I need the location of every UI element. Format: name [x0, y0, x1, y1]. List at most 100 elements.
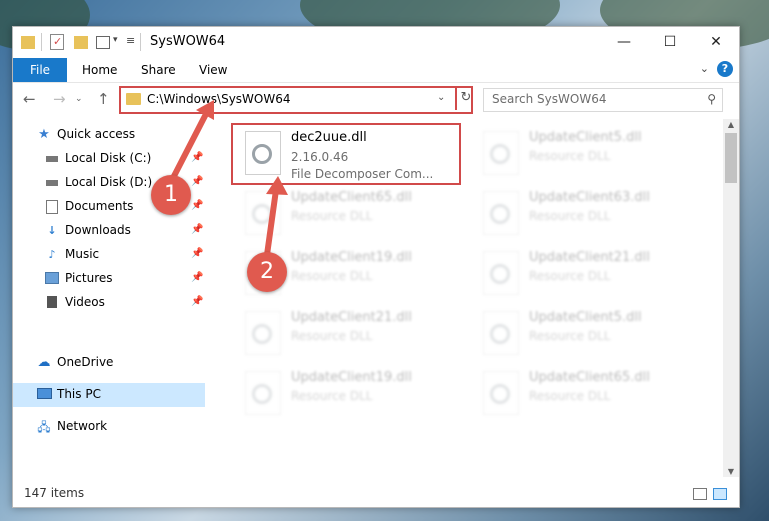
file-type: Resource DLL: [529, 149, 611, 163]
dll-file-icon: [483, 131, 519, 175]
sidebar-item-label: Music: [65, 247, 100, 261]
pin-icon[interactable]: 📌: [191, 152, 203, 163]
properties-icon[interactable]: ✓: [50, 34, 64, 50]
pin-icon[interactable]: 📌: [191, 272, 203, 283]
file-tile[interactable]: UpdateClient5.dll Resource DLL: [467, 125, 687, 181]
sidebar-item-label: Local Disk (D:): [65, 175, 153, 189]
sidebar-item-label: Videos: [65, 295, 105, 309]
dll-file-icon: [245, 371, 281, 415]
file-tile[interactable]: UpdateClient21.dll Resource DLL: [229, 305, 449, 361]
title-bar: ✓ ▾ ≡ SysWOW64 — ☐ ✕: [13, 27, 739, 57]
maximize-button[interactable]: ☐: [647, 27, 693, 57]
up-arrow-icon[interactable]: ↑: [97, 90, 110, 108]
ribbon-tabs: File Home Share View ⌄ ?: [13, 57, 739, 83]
details-view-icon[interactable]: [693, 488, 707, 500]
file-name: UpdateClient5.dll: [529, 310, 642, 325]
file-tile[interactable]: UpdateClient19.dll Resource DLL: [229, 365, 449, 421]
close-button[interactable]: ✕: [693, 27, 739, 57]
search-icon: ⚲: [707, 92, 716, 106]
sidebar-item-label: OneDrive: [57, 355, 114, 369]
file-name: UpdateClient21.dll: [529, 250, 650, 265]
pin-icon[interactable]: 📌: [191, 224, 203, 235]
expand-ribbon-icon[interactable]: ⌄: [700, 62, 709, 75]
sidebar-item-this-pc[interactable]: This PC: [13, 383, 205, 407]
item-count: 147 items: [24, 486, 85, 500]
chevron-down-icon[interactable]: ⌄: [437, 92, 445, 103]
file-tile[interactable]: UpdateClient5.dll Resource DLL: [467, 305, 687, 361]
scroll-up-icon[interactable]: ▲: [723, 120, 739, 129]
new-folder-icon[interactable]: [74, 36, 88, 49]
help-icon[interactable]: ?: [717, 61, 733, 77]
large-icons-view-icon[interactable]: [713, 488, 727, 500]
drive-icon: [45, 152, 59, 166]
sidebar-item-music[interactable]: ♪ Music 📌: [13, 243, 205, 267]
pin-icon[interactable]: 📌: [191, 200, 203, 211]
dll-file-icon: [245, 311, 281, 355]
sidebar-item-label: Network: [57, 419, 108, 433]
chevron-down-icon[interactable]: ▾: [113, 35, 118, 45]
file-tile[interactable]: UpdateClient63.dll Resource DLL: [467, 185, 687, 241]
sidebar-item-label: Documents: [65, 199, 134, 213]
music-note-icon: ♪: [48, 248, 56, 261]
dll-file-icon: [483, 311, 519, 355]
dll-file-icon: [483, 191, 519, 235]
file-type: Resource DLL: [529, 389, 611, 403]
navigation-bar: ← → ⌄ ↑ C:\Windows\SysWOW64 ⌄ ↻ Search S…: [13, 83, 739, 117]
file-type: Resource DLL: [291, 209, 373, 223]
sidebar-item-label: Local Disk (C:): [65, 151, 152, 165]
scroll-down-icon[interactable]: ▼: [723, 467, 739, 476]
pin-icon[interactable]: 📌: [191, 176, 203, 187]
sidebar-item-local-disk-c[interactable]: Local Disk (C:) 📌: [13, 147, 205, 171]
divider: [140, 33, 141, 51]
minimize-button[interactable]: —: [601, 27, 647, 57]
sidebar-item-label: Pictures: [65, 271, 113, 285]
view-layout-icon[interactable]: [96, 36, 110, 49]
vertical-scrollbar[interactable]: ▲ ▼: [723, 119, 739, 477]
file-explorer-window: ✓ ▾ ≡ SysWOW64 — ☐ ✕ File Home Share Vie…: [12, 26, 740, 508]
sidebar-item-label: Quick access: [57, 127, 136, 141]
forward-arrow-icon[interactable]: →: [53, 90, 66, 108]
tab-home[interactable]: Home: [82, 63, 117, 77]
sidebar-item-network[interactable]: 🖧 Network: [13, 415, 205, 439]
search-input[interactable]: Search SysWOW64: [492, 92, 606, 106]
recent-locations-icon[interactable]: ⌄: [75, 94, 83, 104]
file-tile[interactable]: UpdateClient21.dll Resource DLL: [467, 245, 687, 301]
sidebar-item-videos[interactable]: Videos 📌: [13, 291, 205, 315]
sidebar-item-label: This PC: [57, 387, 101, 401]
dll-file-icon: [245, 191, 281, 235]
cloud-icon: ☁: [37, 355, 51, 370]
file-tile[interactable]: UpdateClient65.dll Resource DLL: [229, 185, 449, 241]
tab-share[interactable]: Share: [141, 63, 176, 77]
sidebar-item-quick-access[interactable]: ★ Quick access: [13, 123, 205, 147]
file-name: UpdateClient19.dll: [291, 250, 412, 265]
customize-toolbar-icon[interactable]: ≡: [126, 34, 135, 47]
sidebar-item-downloads[interactable]: ↓ Downloads 📌: [13, 219, 205, 243]
sidebar-item-pictures[interactable]: Pictures 📌: [13, 267, 205, 291]
documents-icon: [45, 200, 59, 214]
address-bar[interactable]: C:\Windows\SysWOW64 ⌄ ↻: [119, 86, 473, 114]
callout-marker-2: 2: [247, 252, 287, 292]
file-type: Resource DLL: [291, 269, 373, 283]
callout-marker-1: 1: [151, 175, 191, 215]
star-icon: ★: [38, 127, 50, 142]
search-box[interactable]: Search SysWOW64 ⚲: [483, 88, 723, 112]
back-arrow-icon[interactable]: ←: [23, 90, 36, 108]
pin-icon[interactable]: 📌: [191, 296, 203, 307]
sidebar-item-onedrive[interactable]: ☁ OneDrive: [13, 351, 205, 375]
pin-icon[interactable]: 📌: [191, 248, 203, 259]
file-type: Resource DLL: [529, 329, 611, 343]
file-name: UpdateClient63.dll: [529, 190, 650, 205]
refresh-icon[interactable]: ↻: [455, 86, 475, 110]
folder-icon: [126, 93, 141, 105]
address-path[interactable]: C:\Windows\SysWOW64: [147, 92, 291, 106]
monitor-icon: [37, 388, 52, 402]
file-name: UpdateClient65.dll: [291, 190, 412, 205]
file-type: Resource DLL: [529, 269, 611, 283]
tab-view[interactable]: View: [199, 63, 227, 77]
folder-icon: [21, 36, 35, 49]
pictures-icon: [45, 272, 59, 286]
file-tile[interactable]: UpdateClient65.dll Resource DLL: [467, 365, 687, 421]
tab-file[interactable]: File: [13, 58, 67, 82]
scroll-thumb[interactable]: [725, 133, 737, 183]
status-bar: 147 items: [13, 482, 739, 507]
